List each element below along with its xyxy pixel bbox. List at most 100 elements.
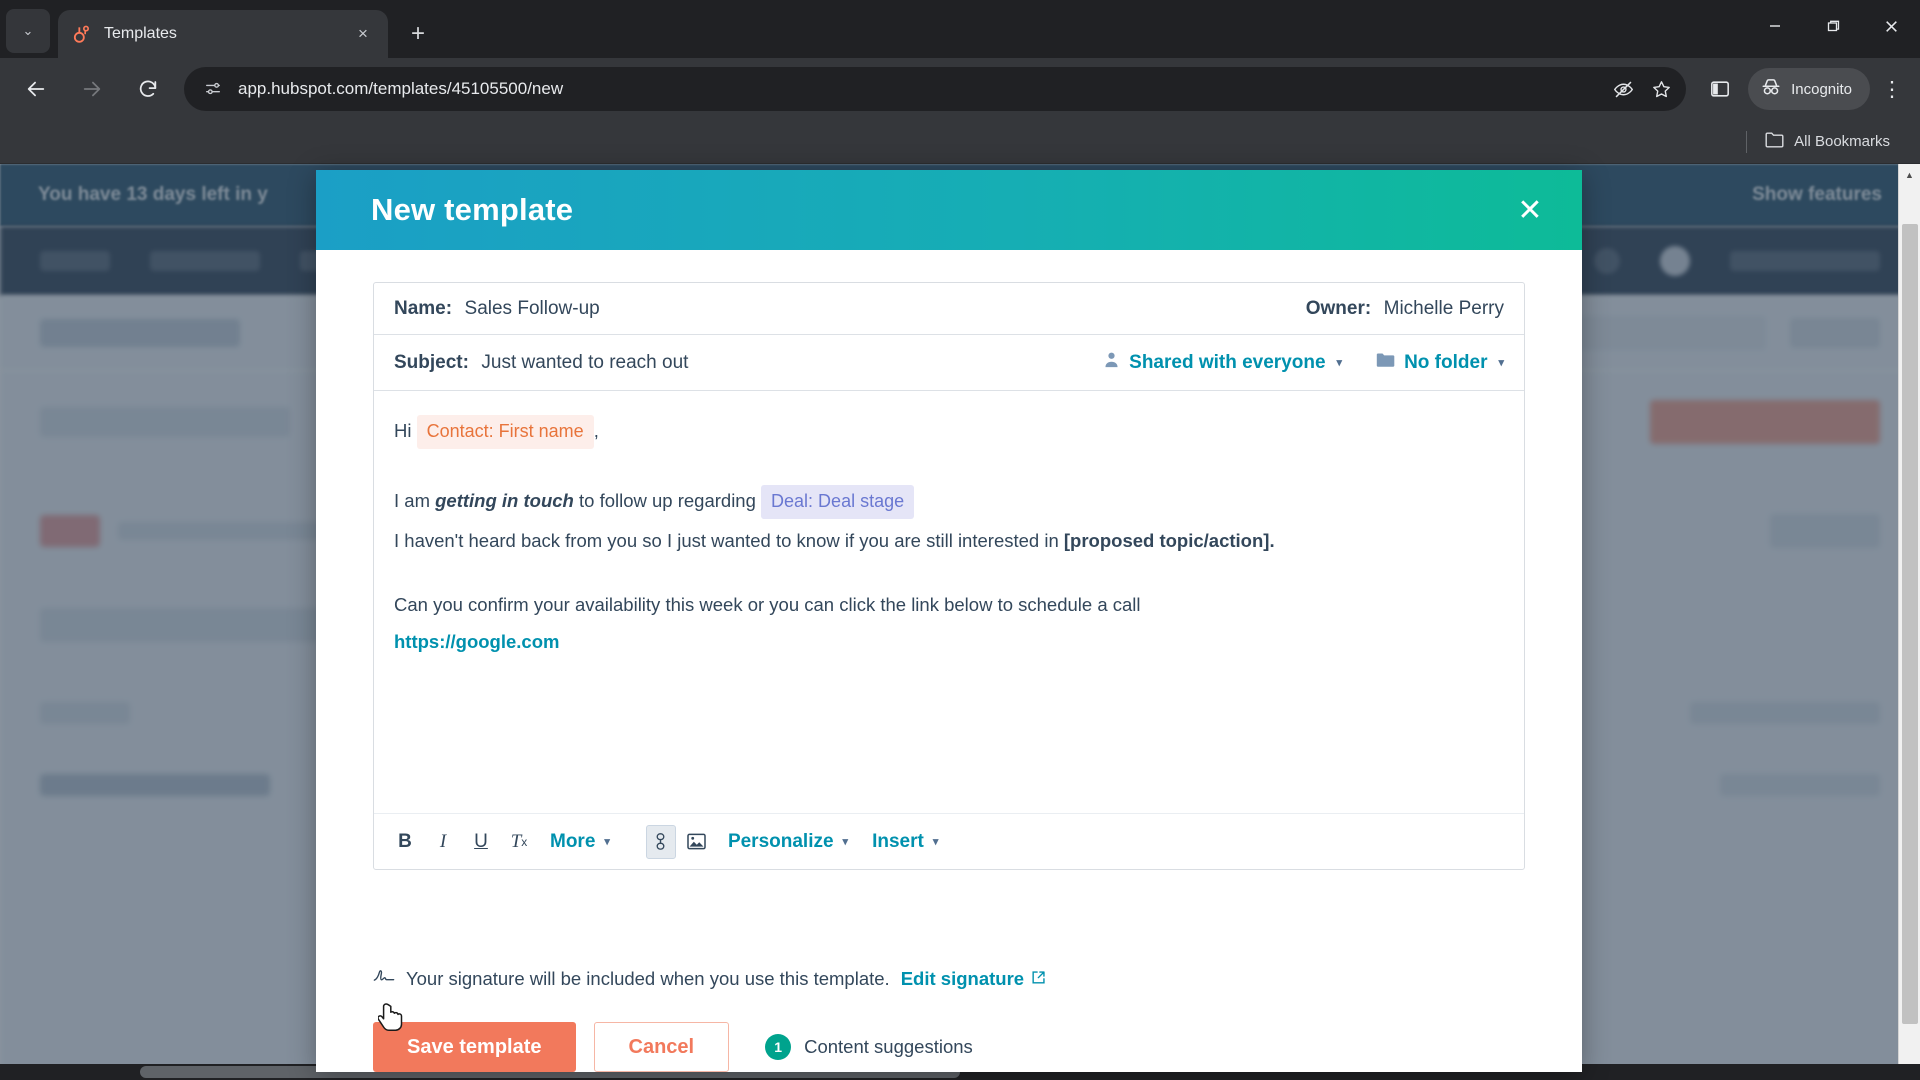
more-label: More <box>550 830 596 852</box>
italic-button[interactable]: I <box>426 825 460 859</box>
bold-button[interactable]: B <box>388 825 422 859</box>
personalization-token-contact[interactable]: Contact: First name <box>416 415 594 449</box>
tab-strip: ⌄ Templates × + <box>0 0 1920 58</box>
sharing-dropdown[interactable]: Shared with everyone ▾ <box>1103 351 1342 375</box>
underline-button[interactable]: U <box>464 825 498 859</box>
browser-menu-icon[interactable]: ⋮ <box>1872 67 1912 111</box>
editor-toolbar: B I U Tx More ▾ Personalize ▾ Insert ▾ <box>374 813 1524 869</box>
modal-title: New template <box>371 192 574 227</box>
all-bookmarks-button[interactable]: All Bookmarks <box>1757 127 1898 156</box>
image-icon[interactable] <box>680 825 714 859</box>
suggestions-count-badge: 1 <box>765 1034 792 1060</box>
insert-label: Insert <box>872 830 924 852</box>
page-vertical-scrollbar[interactable]: ▲ ▼ <box>1898 164 1920 1080</box>
window-maximize-icon[interactable] <box>1804 0 1862 52</box>
body-line-2: I am getting in touch to follow up regar… <box>394 484 1504 519</box>
personalize-dropdown[interactable]: Personalize ▾ <box>718 825 858 859</box>
chevron-down-icon: ▾ <box>842 836 849 848</box>
vertical-scroll-thumb[interactable] <box>1902 224 1918 1024</box>
template-form-card: Name: Sales Follow-up Owner: Michelle Pe… <box>373 282 1525 870</box>
tab-search-button[interactable]: ⌄ <box>6 9 50 53</box>
chevron-down-icon: ▾ <box>1498 357 1504 369</box>
folder-label: No folder <box>1404 351 1488 373</box>
line3-prefix: I haven't heard back from you so I just … <box>394 529 1064 551</box>
body-link[interactable]: https://google.com <box>394 628 1504 657</box>
side-panel-icon[interactable] <box>1700 69 1740 109</box>
edit-signature-link[interactable]: Edit signature <box>901 968 1046 990</box>
page-settings-icon[interactable] <box>198 74 228 104</box>
signature-notice: Your signature will be included when you… <box>316 942 1582 990</box>
forward-icon[interactable] <box>70 67 114 111</box>
address-bar[interactable]: app.hubspot.com/templates/45105500/new <box>184 67 1687 111</box>
more-dropdown[interactable]: More ▾ <box>540 825 620 859</box>
line2-bold-text: getting in touch <box>435 489 574 511</box>
signature-text: Your signature will be included when you… <box>406 967 890 989</box>
name-value[interactable]: Sales Follow-up <box>465 298 600 319</box>
subject-value[interactable]: Just wanted to reach out <box>481 352 688 373</box>
insert-dropdown[interactable]: Insert ▾ <box>862 825 948 859</box>
incognito-label: Incognito <box>1791 80 1852 98</box>
folder-icon <box>1376 352 1395 374</box>
new-template-modal: New template ✕ Name: Sales Follow-up Own… <box>316 170 1582 1072</box>
link-icon[interactable] <box>645 824 676 859</box>
external-link-icon <box>1031 968 1046 990</box>
hubspot-sprocket-icon <box>70 23 92 45</box>
modal-footer: Save template Cancel 1 Content suggestio… <box>316 990 1582 1072</box>
chevron-down-icon: ▾ <box>932 836 939 848</box>
subject-field[interactable]: Subject: Just wanted to reach out <box>394 352 688 374</box>
name-row: Name: Sales Follow-up Owner: Michelle Pe… <box>374 283 1524 335</box>
chevron-down-icon: ▾ <box>1336 357 1343 369</box>
clear-formatting-button[interactable]: Tx <box>502 825 536 859</box>
window-minimize-icon[interactable] <box>1746 0 1804 52</box>
eye-slash-icon[interactable] <box>1606 72 1640 106</box>
save-template-button[interactable]: Save template <box>373 1022 576 1072</box>
personalization-token-deal[interactable]: Deal: Deal stage <box>761 484 915 519</box>
new-tab-button[interactable]: + <box>398 14 438 54</box>
suggestions-label: Content suggestions <box>804 1036 973 1057</box>
bookmarks-divider <box>1746 130 1748 153</box>
owner-value: Michelle Perry <box>1383 297 1504 319</box>
browser-window: ⌄ Templates × + app.hubspot.com/template… <box>0 0 1920 1080</box>
tab-close-icon[interactable]: × <box>350 21 376 47</box>
scroll-up-arrow[interactable]: ▲ <box>1899 164 1920 186</box>
body-line-4: Can you confirm your availability this w… <box>394 594 1141 616</box>
content-suggestions[interactable]: 1 Content suggestions <box>765 1034 973 1060</box>
chevron-down-icon: ⌄ <box>22 23 34 38</box>
window-close-icon[interactable] <box>1862 0 1920 52</box>
bookmarks-bar: All Bookmarks <box>0 120 1920 164</box>
modal-body: Name: Sales Follow-up Owner: Michelle Pe… <box>316 250 1582 942</box>
cancel-button[interactable]: Cancel <box>593 1022 730 1072</box>
tab-title: Templates <box>104 25 177 42</box>
modal-header: New template ✕ <box>316 170 1582 250</box>
chevron-down-icon: ▾ <box>604 836 610 848</box>
greeting-prefix: Hi <box>394 420 412 441</box>
back-icon[interactable] <box>14 67 58 111</box>
browser-toolbar: app.hubspot.com/templates/45105500/new I… <box>0 58 1920 120</box>
edit-signature-label: Edit signature <box>900 967 1025 989</box>
subject-row: Subject: Just wanted to reach out Shared… <box>374 335 1524 391</box>
line3-bold-text: [proposed topic/action]. <box>1063 529 1275 551</box>
folder-dropdown[interactable]: No folder ▾ <box>1376 352 1504 374</box>
sharing-label: Shared with everyone <box>1129 351 1326 373</box>
template-meta: Shared with everyone ▾ No folder ▾ <box>1103 351 1504 375</box>
email-body-editor[interactable]: Hi Contact: First name, I am getting in … <box>374 391 1524 869</box>
url-text: app.hubspot.com/templates/45105500/new <box>238 79 564 98</box>
reload-icon[interactable] <box>126 67 170 111</box>
greeting-suffix: , <box>593 420 599 441</box>
incognito-indicator[interactable]: Incognito <box>1748 68 1870 110</box>
name-label: Name: <box>394 297 453 319</box>
star-icon[interactable] <box>1644 72 1678 106</box>
owner-label: Owner: <box>1305 297 1372 319</box>
name-field[interactable]: Name: Sales Follow-up <box>394 298 600 320</box>
folder-icon <box>1765 131 1785 152</box>
incognito-icon <box>1760 77 1782 101</box>
all-bookmarks-label: All Bookmarks <box>1794 133 1890 150</box>
body-line-3: I haven't heard back from you so I just … <box>394 527 1504 556</box>
browser-tab-templates[interactable]: Templates × <box>58 10 388 58</box>
close-icon[interactable]: ✕ <box>1508 188 1552 232</box>
line2-suffix: to follow up regarding <box>573 489 756 511</box>
line2-prefix: I am <box>394 489 436 511</box>
owner-field: Owner: Michelle Perry <box>1306 298 1504 320</box>
signature-icon <box>373 967 395 990</box>
window-controls <box>1746 0 1920 52</box>
